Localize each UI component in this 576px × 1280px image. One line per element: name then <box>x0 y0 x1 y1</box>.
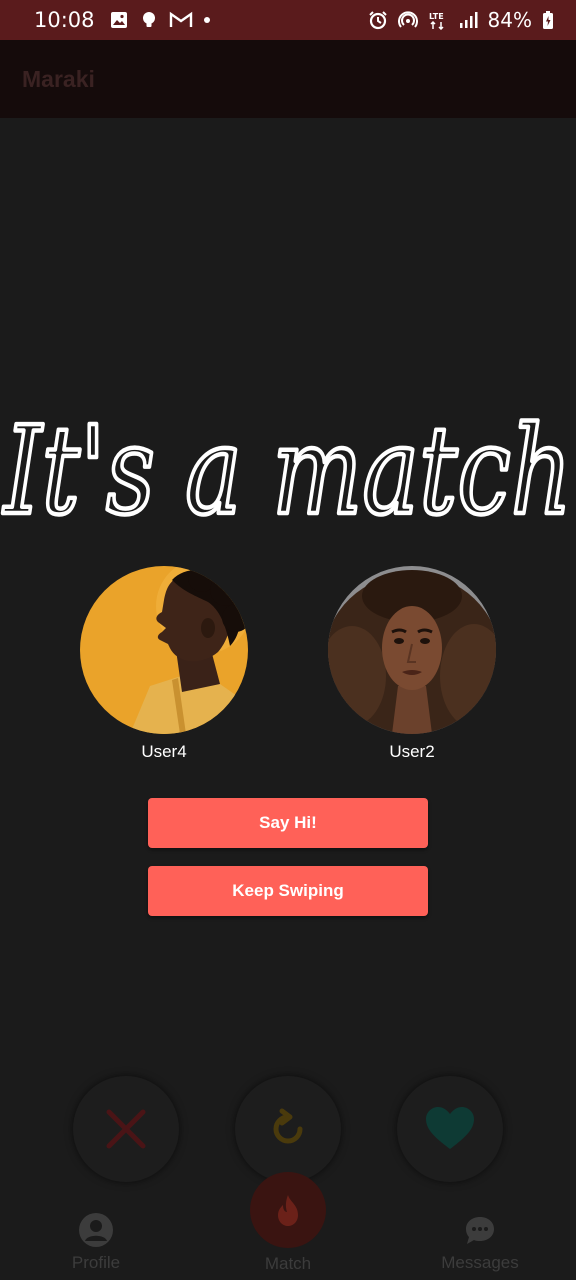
app-bar: Maraki <box>0 40 576 118</box>
signal-icon <box>459 12 478 28</box>
bulb-icon <box>142 12 155 27</box>
flame-icon <box>278 1195 298 1226</box>
like-heart-icon <box>426 1107 474 1149</box>
keep-swiping-button[interactable]: Keep Swiping <box>148 866 428 916</box>
svg-text:LTE: LTE <box>429 12 444 21</box>
match-headline-text: It's a match <box>2 400 572 542</box>
dot-icon <box>203 17 210 23</box>
lte-icon: LTE <box>429 12 444 30</box>
match-headline-svg: It's a match <box>0 398 574 545</box>
image-icon <box>110 12 127 28</box>
battery-percent: 84% <box>487 8 532 32</box>
user2-photo <box>328 566 496 734</box>
user4-photo <box>80 566 248 734</box>
user2-name: User2 <box>389 742 435 761</box>
rewind-icon <box>273 1108 303 1144</box>
rewind-button[interactable] <box>235 1076 341 1182</box>
like-button[interactable] <box>397 1076 503 1182</box>
hotspot-icon <box>397 11 418 28</box>
nav-messages[interactable]: Messages <box>434 1214 526 1273</box>
nav-match-label: Match <box>264 1254 312 1273</box>
chat-icon <box>466 1217 494 1244</box>
nav-messages-label: Messages <box>441 1253 519 1272</box>
user2-avatar <box>328 566 496 734</box>
status-bar: 10:08 LTE 84% <box>0 0 576 40</box>
nav-match-fab[interactable] <box>250 1172 326 1248</box>
status-left-icons <box>109 10 211 30</box>
dislike-button[interactable] <box>73 1076 179 1182</box>
app-title: Maraki <box>22 65 95 92</box>
match-headline: It's a match <box>0 385 576 545</box>
person-icon <box>79 1213 113 1247</box>
nav-profile[interactable]: Profile <box>50 1212 142 1273</box>
alarm-icon <box>368 11 387 30</box>
say-hi-button[interactable]: Say Hi! <box>148 798 428 848</box>
nav-profile-label: Profile <box>71 1253 121 1272</box>
user4-name: User4 <box>141 742 187 761</box>
status-time: 10:08 <box>34 8 95 32</box>
battery-icon <box>543 11 553 29</box>
gmail-icon <box>169 11 192 27</box>
status-right: LTE 84% <box>368 8 554 32</box>
user4-avatar <box>80 566 248 734</box>
dislike-x-icon <box>106 1109 146 1149</box>
